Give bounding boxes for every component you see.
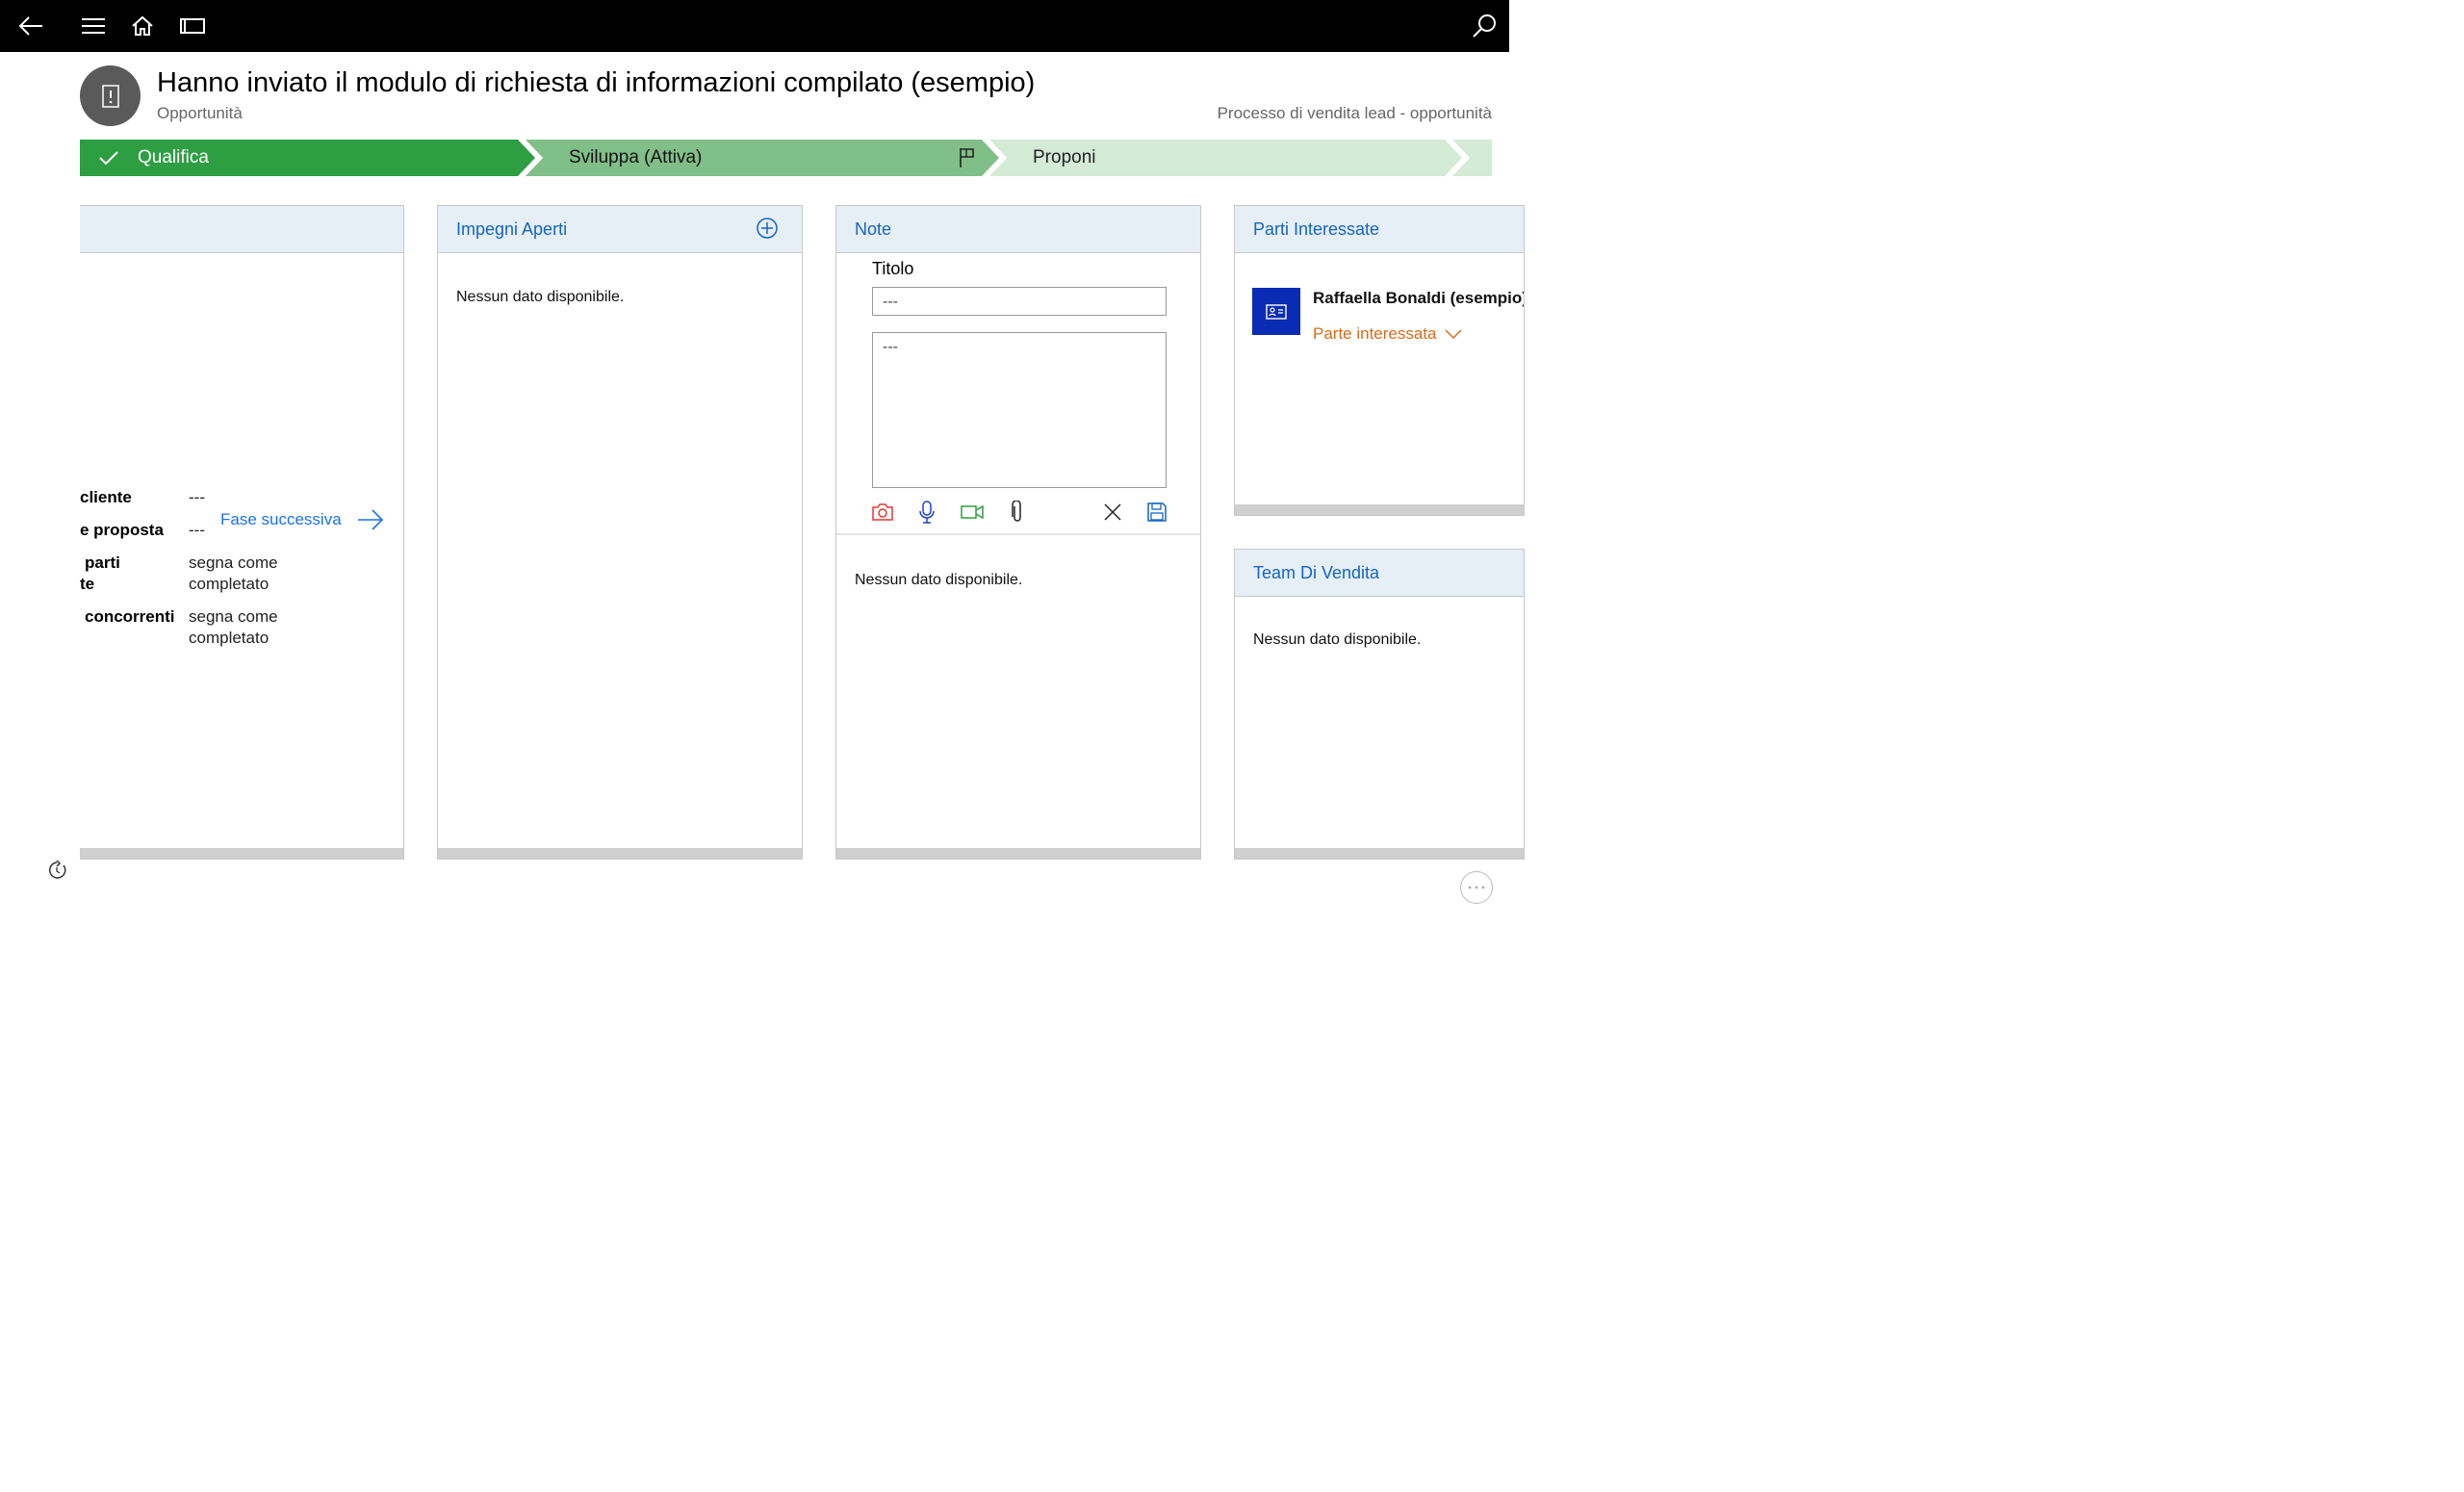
flag-icon[interactable] [958,140,977,176]
camera-icon[interactable] [870,500,895,525]
field-parti-label-2: te [80,575,95,593]
impegni-title: Impegni Aperti [456,219,568,239]
field-parti-value-1[interactable]: segna come [189,553,278,574]
parti-title: Parti Interessate [1253,219,1380,239]
stage-proponi[interactable]: Proponi [1033,140,1096,176]
video-icon[interactable] [960,500,985,525]
add-activity-icon[interactable] [756,217,779,244]
back-arrow-icon[interactable] [12,0,50,52]
parti-scrollbar[interactable] [1235,504,1524,515]
next-stage-label: Fase successiva [220,510,342,528]
chevron-down-icon [1444,329,1462,340]
field-parti-label-1: parti [85,553,120,572]
note-title-input[interactable]: --- [872,287,1167,316]
note-title: Note [855,219,892,239]
field-concorrenti-value-2[interactable]: completato [189,628,269,649]
contact-role-selector[interactable]: Parte interessata [1313,324,1462,344]
field-proposta-label: e proposta [80,521,164,539]
stage-detail-scrollbar[interactable] [80,848,403,859]
record-title: Hanno inviato il modulo di richiesta di … [157,67,1036,98]
stage-proponi-label: Proponi [1033,147,1096,167]
impegni-card: Impegni Aperti Nessun dato disponibile. [437,205,803,860]
note-header: Note [836,206,1200,253]
business-process-flow: Qualifica Sviluppa (Attiva) Proponi [80,140,1492,176]
search-icon[interactable] [1465,0,1503,52]
impegni-empty: Nessun dato disponibile. [456,289,625,305]
field-concorrenti-value-1[interactable]: segna come [189,606,278,628]
field-parti-value-2[interactable]: completato [189,574,269,595]
team-scrollbar[interactable] [1235,848,1524,859]
stage-qualifica-label: Qualifica [138,147,209,167]
contact-card-icon [1252,288,1300,335]
note-title-label: Titolo [872,259,914,278]
team-header: Team Di Vendita [1235,550,1524,597]
check-icon [99,151,118,166]
opportunity-icon [80,65,141,126]
stage-sviluppa[interactable]: Sviluppa (Attiva) [569,140,702,176]
field-proposta-value[interactable]: --- [189,520,205,541]
team-empty: Nessun dato disponibile. [1253,631,1422,648]
hamburger-menu-icon[interactable] [75,0,112,52]
stage-detail-header [80,206,403,253]
contact-role: Parte interessata [1313,324,1437,343]
note-divider [836,533,1200,535]
stage-detail-card: cliente --- e proposta --- parti te segn… [80,205,404,860]
field-concorrenti-label: concorrenti [85,607,175,626]
note-card: Note Titolo --- --- Nessun dato disponib… [835,205,1201,860]
field-cliente-value[interactable]: --- [189,487,205,508]
panel-toggle-icon[interactable] [175,0,210,52]
parti-header: Parti Interessate [1235,206,1524,253]
save-icon[interactable] [1144,500,1169,525]
record-entity: Opportunità [157,104,243,122]
microphone-icon[interactable] [914,500,939,525]
top-command-bar [0,0,1509,52]
note-scrollbar[interactable] [836,848,1200,859]
process-name: Processo di vendita lead - opportunità [1217,104,1492,122]
note-empty: Nessun dato disponibile. [855,572,1023,588]
field-cliente-label: cliente [80,488,132,506]
stage-sviluppa-label: Sviluppa (Attiva) [569,147,703,167]
team-card: Team Di Vendita Nessun dato disponibile. [1234,549,1525,860]
team-title: Team Di Vendita [1253,563,1380,582]
stage-qualifica[interactable]: Qualifica [99,140,209,176]
attachment-icon[interactable] [1005,500,1030,525]
impegni-scrollbar[interactable] [438,848,802,859]
close-icon[interactable] [1100,500,1125,525]
impegni-header: Impegni Aperti [438,206,802,253]
more-options-icon[interactable] [1460,871,1493,904]
parti-card: Parti Interessate Raffaella Bonaldi (ese… [1234,205,1525,516]
arrow-right-icon [357,509,383,530]
note-body-input[interactable]: --- [872,332,1167,488]
contact-name[interactable]: Raffaella Bonaldi (esempio) [1313,289,1524,308]
next-stage-button[interactable]: Fase successiva [220,509,384,530]
refresh-icon[interactable] [46,860,67,886]
home-icon[interactable] [125,0,160,52]
